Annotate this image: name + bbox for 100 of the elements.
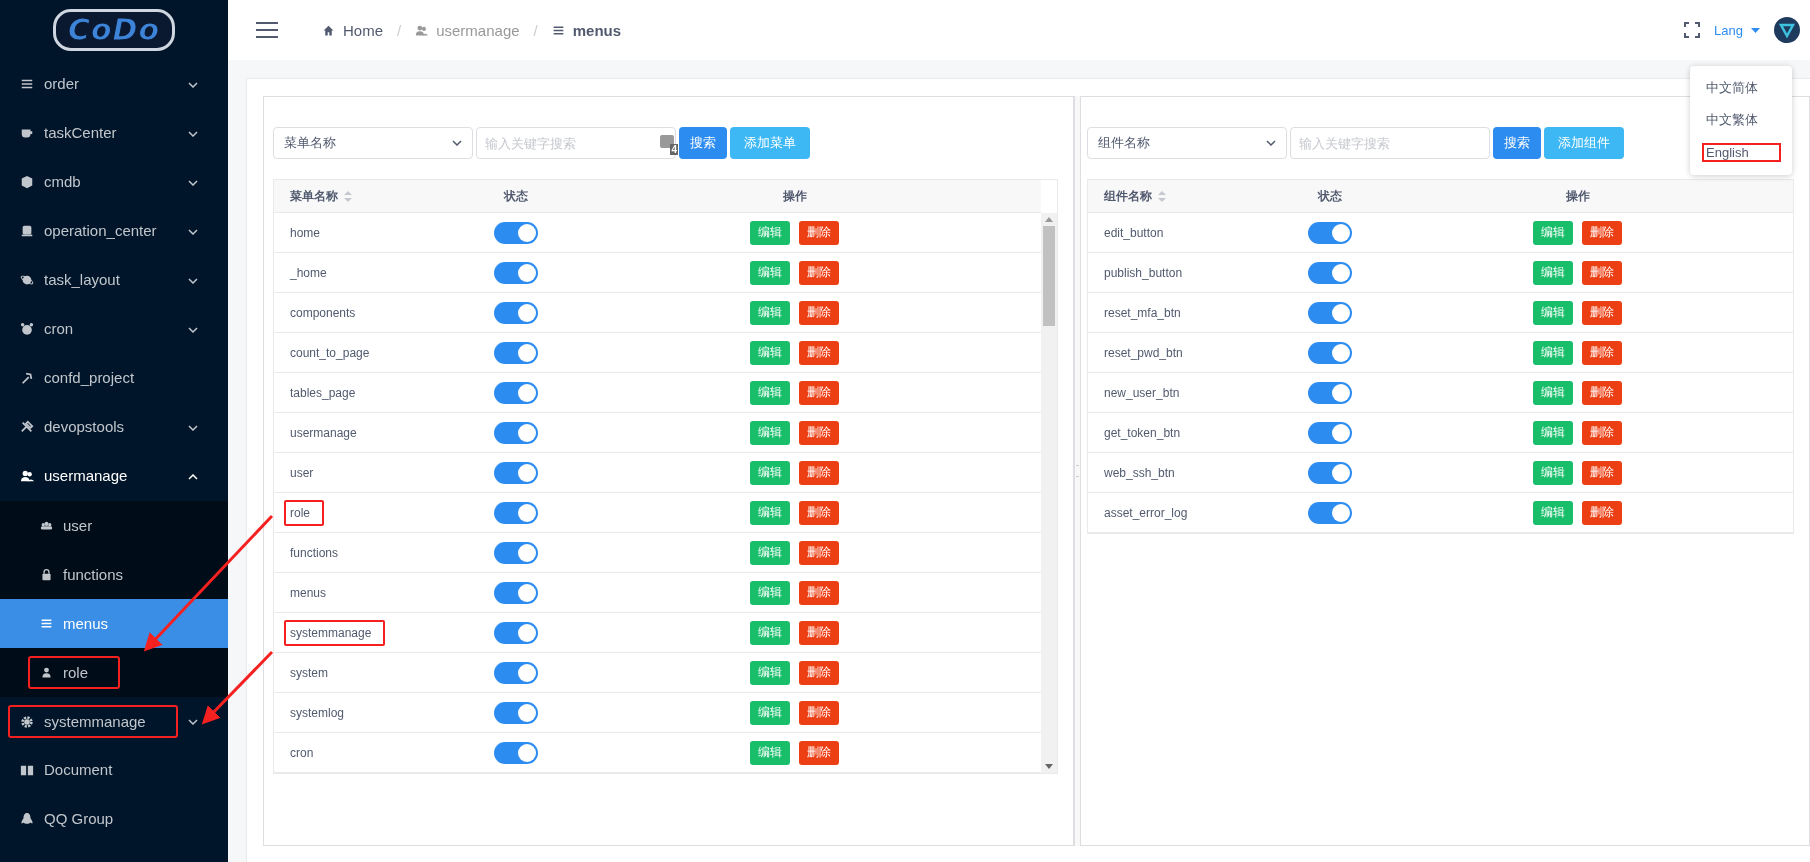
edit-button[interactable]: 编辑 [750,740,790,765]
delete-button[interactable]: 删除 [799,340,839,365]
search-button[interactable]: 搜索 [679,127,727,159]
edit-button[interactable]: 编辑 [1533,220,1573,245]
delete-button[interactable]: 删除 [799,260,839,285]
delete-button[interactable]: 删除 [799,540,839,565]
language-option[interactable]: 中文简体 [1690,72,1792,104]
status-toggle[interactable] [494,621,538,644]
delete-button[interactable]: 删除 [1582,420,1622,445]
scroll-up-icon[interactable] [1045,217,1053,222]
delete-button[interactable]: 删除 [799,700,839,725]
sidebar-subitem[interactable]: role [0,648,228,697]
edit-button[interactable]: 编辑 [750,660,790,685]
status-toggle[interactable] [494,381,538,404]
breadcrumb-link[interactable]: menus [551,21,622,39]
status-toggle[interactable] [494,741,538,764]
status-toggle[interactable] [1308,501,1352,524]
sidebar-item[interactable]: devopstools [0,403,228,452]
language-option[interactable]: English [1690,136,1792,169]
sidebar-item[interactable]: confd_project [0,354,228,403]
split-handle[interactable] [1074,96,1080,846]
fullscreen-icon[interactable] [1684,22,1701,38]
sidebar-item[interactable]: QQ Group [0,795,228,844]
add-button[interactable]: 添加菜单 [730,127,810,159]
delete-button[interactable]: 删除 [1582,380,1622,405]
sidebar-subitem[interactable]: menus [0,599,228,648]
edit-button[interactable]: 编辑 [1533,260,1573,285]
sidebar-item[interactable]: Document [0,746,228,795]
status-toggle[interactable] [494,701,538,724]
edit-button[interactable]: 编辑 [1533,460,1573,485]
sidebar-item[interactable]: usermanage [0,452,228,501]
edit-button[interactable]: 编辑 [750,620,790,645]
delete-button[interactable]: 删除 [799,500,839,525]
edit-button[interactable]: 编辑 [1533,300,1573,325]
status-toggle[interactable] [494,541,538,564]
scroll-down-icon[interactable] [1045,764,1053,769]
edit-button[interactable]: 编辑 [750,260,790,285]
status-toggle[interactable] [1308,461,1352,484]
status-toggle[interactable] [494,261,538,284]
delete-button[interactable]: 删除 [1582,460,1622,485]
sidebar-item[interactable]: taskCenter [0,109,228,158]
delete-button[interactable]: 删除 [799,300,839,325]
delete-button[interactable]: 删除 [799,380,839,405]
scrollbar[interactable] [1041,213,1057,773]
status-toggle[interactable] [494,421,538,444]
language-dropdown[interactable]: Lang [1714,22,1760,38]
delete-button[interactable]: 删除 [799,580,839,605]
edit-button[interactable]: 编辑 [750,420,790,445]
edit-button[interactable]: 编辑 [750,460,790,485]
edit-button[interactable]: 编辑 [1533,500,1573,525]
delete-button[interactable]: 删除 [1582,300,1622,325]
status-toggle[interactable] [1308,221,1352,244]
search-button[interactable]: 搜索 [1493,127,1541,159]
edit-button[interactable]: 编辑 [750,500,790,525]
delete-button[interactable]: 删除 [799,660,839,685]
add-button[interactable]: 添加组件 [1544,127,1624,159]
status-toggle[interactable] [494,221,538,244]
breadcrumb-link[interactable]: usermanage [415,21,520,39]
delete-button[interactable]: 删除 [799,740,839,765]
status-toggle[interactable] [494,301,538,324]
sidebar-subitem[interactable]: user [0,501,228,550]
sidebar-item[interactable]: cmdb [0,158,228,207]
edit-button[interactable]: 编辑 [750,540,790,565]
sidebar-item[interactable]: systemmanage [0,697,228,746]
edit-button[interactable]: 编辑 [1533,380,1573,405]
sidebar-subitem[interactable]: functions [0,550,228,599]
delete-button[interactable]: 删除 [1582,260,1622,285]
sidebar-item[interactable]: task_layout [0,256,228,305]
sidebar-item[interactable]: order [0,60,228,109]
delete-button[interactable]: 删除 [1582,220,1622,245]
status-toggle[interactable] [494,461,538,484]
delete-button[interactable]: 删除 [799,620,839,645]
filter-select[interactable]: 菜单名称 [273,127,473,159]
menu-icon[interactable] [256,22,278,38]
delete-button[interactable]: 删除 [1582,500,1622,525]
filter-select[interactable]: 组件名称 [1087,127,1287,159]
status-toggle[interactable] [494,341,538,364]
language-option[interactable]: 中文繁体 [1690,104,1792,136]
avatar[interactable] [1774,17,1800,43]
status-toggle[interactable] [494,581,538,604]
edit-button[interactable]: 编辑 [750,340,790,365]
status-toggle[interactable] [494,501,538,524]
delete-button[interactable]: 删除 [799,420,839,445]
edit-button[interactable]: 编辑 [750,580,790,605]
status-toggle[interactable] [494,661,538,684]
edit-button[interactable]: 编辑 [750,380,790,405]
edit-button[interactable]: 编辑 [750,220,790,245]
delete-button[interactable]: 删除 [1582,340,1622,365]
status-toggle[interactable] [1308,341,1352,364]
delete-button[interactable]: 删除 [799,460,839,485]
status-toggle[interactable] [1308,261,1352,284]
breadcrumb-link[interactable]: Home [322,21,383,39]
edit-button[interactable]: 编辑 [1533,420,1573,445]
edit-button[interactable]: 编辑 [750,700,790,725]
edit-button[interactable]: 编辑 [750,300,790,325]
sidebar-item[interactable]: operation_center [0,207,228,256]
sidebar-item[interactable]: cron [0,305,228,354]
status-toggle[interactable] [1308,301,1352,324]
edit-button[interactable]: 编辑 [1533,340,1573,365]
scrollbar-thumb[interactable] [1043,226,1055,326]
